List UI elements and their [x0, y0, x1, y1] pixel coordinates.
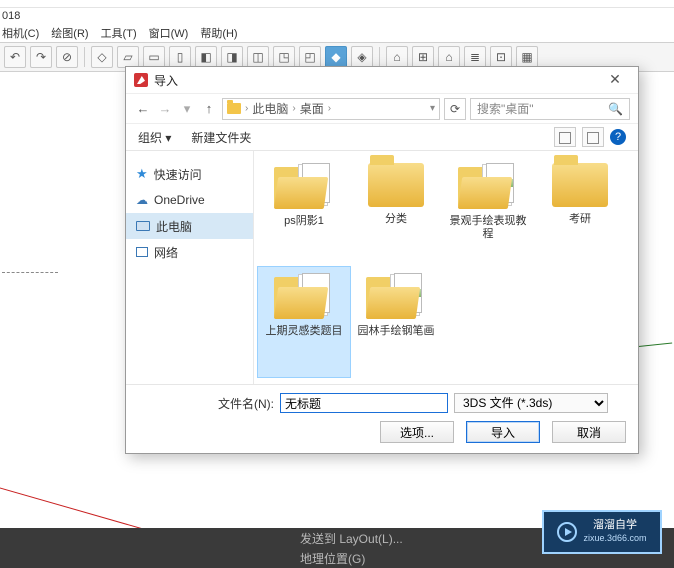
- import-button[interactable]: 导入: [466, 421, 540, 443]
- sidebar-label: 快速访问: [154, 166, 202, 183]
- 3dwarehouse-button[interactable]: ⌂: [386, 46, 408, 68]
- path-segment-pc[interactable]: 此电脑: [252, 100, 288, 117]
- materials-button[interactable]: ⊡: [490, 46, 512, 68]
- watermark-title: 溜溜自学: [593, 519, 637, 532]
- view-iso-button[interactable]: ◇: [91, 46, 113, 68]
- axis-red: [0, 476, 162, 535]
- view-left-button[interactable]: ◨: [221, 46, 243, 68]
- file-label: 考研: [569, 213, 591, 226]
- menu-help[interactable]: 帮助(H): [200, 25, 237, 41]
- view-front-button[interactable]: ▭: [143, 46, 165, 68]
- folder-item[interactable]: 考研: [534, 157, 626, 267]
- view-right-button[interactable]: ▯: [169, 46, 191, 68]
- delete-button[interactable]: ⊘: [56, 46, 78, 68]
- filename-label: 文件名(N):: [218, 395, 274, 412]
- folder-icon: [274, 163, 334, 209]
- sketchup-icon: [134, 73, 148, 87]
- star-icon: ★: [136, 166, 148, 182]
- file-list[interactable]: ps阴影1 分类 景观手绘表现教程 考研 上期灵感类题目 园林手绘钢笔画: [254, 151, 638, 384]
- folder-item[interactable]: 上期灵感类题目: [258, 267, 350, 377]
- component-button[interactable]: ⊞: [412, 46, 434, 68]
- folder-icon: [366, 273, 426, 319]
- import-dialog: 导入 ✕ ← → ▾ ↑ › 此电脑 › 桌面 › ▾ ⟳ 搜索"桌面" 🔍 组…: [125, 66, 639, 454]
- style-shaded-button[interactable]: ◆: [325, 46, 347, 68]
- guide-line: [2, 272, 58, 273]
- view-mode-button[interactable]: [554, 127, 576, 147]
- filename-input[interactable]: [280, 393, 448, 413]
- menu-draw[interactable]: 绘图(R): [51, 25, 88, 41]
- sidebar-item-thispc[interactable]: 此电脑: [126, 213, 253, 239]
- chevron-icon: ›: [328, 103, 331, 114]
- folder-icon: [552, 163, 608, 207]
- sidebar-label: 此电脑: [156, 218, 192, 235]
- redo-button[interactable]: ↷: [30, 46, 52, 68]
- style-texture-button[interactable]: ◈: [351, 46, 373, 68]
- layers-button[interactable]: ≣: [464, 46, 486, 68]
- address-bar[interactable]: › 此电脑 › 桌面 › ▾: [222, 98, 440, 120]
- folder-icon: [458, 163, 518, 209]
- new-folder-button[interactable]: 新建文件夹: [191, 129, 251, 146]
- cloud-icon: ☁: [136, 193, 148, 207]
- chevron-icon: ›: [292, 103, 295, 114]
- chevron-icon: ›: [245, 103, 248, 114]
- sidebar-label: 网络: [154, 244, 178, 261]
- help-icon[interactable]: ?: [610, 129, 626, 145]
- play-icon: [557, 522, 577, 542]
- menu-bar: 相机(C) 绘图(R) 工具(T) 窗口(W) 帮助(H): [0, 24, 674, 42]
- folder-item[interactable]: 园林手绘钢笔画: [350, 267, 442, 377]
- dialog-title: 导入: [154, 72, 178, 89]
- nav-forward-button[interactable]: →: [156, 101, 174, 116]
- view-top-button[interactable]: ▱: [117, 46, 139, 68]
- nav-recent-button[interactable]: ▾: [178, 101, 196, 117]
- sidebar-item-quickaccess[interactable]: ★ 快速访问: [126, 161, 253, 187]
- sidebar-item-onedrive[interactable]: ☁ OneDrive: [126, 187, 253, 213]
- path-segment-desktop[interactable]: 桌面: [300, 100, 324, 117]
- preview-pane-button[interactable]: [582, 127, 604, 147]
- view-back-button[interactable]: ◧: [195, 46, 217, 68]
- app-title: 018: [0, 8, 674, 24]
- file-label: 园林手绘钢笔画: [358, 325, 435, 338]
- organize-menu[interactable]: 组织 ▾: [138, 129, 171, 146]
- sidebar-item-network[interactable]: 网络: [126, 239, 253, 265]
- watermark-sub: zixue.3d66.com: [583, 532, 646, 545]
- refresh-button[interactable]: ⟳: [444, 98, 466, 120]
- folder-item[interactable]: 分类: [350, 157, 442, 267]
- outliner-button[interactable]: ⌂: [438, 46, 460, 68]
- nav-back-button[interactable]: ←: [134, 101, 152, 116]
- nav-sidebar: ★ 快速访问 ☁ OneDrive 此电脑 网络: [126, 151, 254, 384]
- menu-window[interactable]: 窗口(W): [149, 25, 189, 41]
- menu-tools[interactable]: 工具(T): [101, 25, 137, 41]
- menu-camera[interactable]: 相机(C): [2, 25, 39, 41]
- options-button[interactable]: 选项...: [380, 421, 454, 443]
- folder-icon: [368, 163, 424, 207]
- file-label: 景观手绘表现教程: [445, 215, 531, 241]
- close-button[interactable]: ✕: [600, 70, 630, 90]
- watermark: 溜溜自学 zixue.3d66.com: [542, 510, 662, 554]
- network-icon: [136, 247, 148, 257]
- search-input[interactable]: 搜索"桌面" 🔍: [470, 98, 630, 120]
- cancel-button[interactable]: 取消: [552, 421, 626, 443]
- styles-button[interactable]: ▦: [516, 46, 538, 68]
- folder-item[interactable]: 景观手绘表现教程: [442, 157, 534, 267]
- style-hidden-button[interactable]: ◰: [299, 46, 321, 68]
- undo-button[interactable]: ↶: [4, 46, 26, 68]
- nav-up-button[interactable]: ↑: [200, 101, 218, 116]
- pc-icon: [227, 103, 241, 114]
- file-label: 上期灵感类题目: [266, 325, 343, 338]
- filetype-select[interactable]: 3DS 文件 (*.3ds): [454, 393, 608, 413]
- folder-item[interactable]: ps阴影1: [258, 157, 350, 267]
- path-drop-icon[interactable]: ▾: [430, 103, 435, 114]
- file-label: ps阴影1: [284, 215, 324, 228]
- sidebar-label: OneDrive: [154, 193, 205, 207]
- folder-icon: [274, 273, 334, 319]
- style-xray-button[interactable]: ◫: [247, 46, 269, 68]
- pc-icon: [136, 221, 150, 231]
- style-wire-button[interactable]: ◳: [273, 46, 295, 68]
- search-icon: 🔍: [608, 102, 623, 116]
- search-placeholder: 搜索"桌面": [477, 100, 534, 117]
- file-label: 分类: [385, 213, 407, 226]
